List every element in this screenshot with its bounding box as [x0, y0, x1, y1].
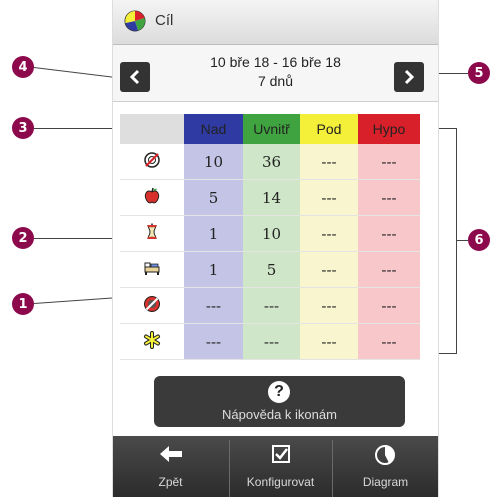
cell-above: --- — [184, 323, 243, 360]
column-header-below: Pod — [300, 114, 358, 144]
target-results-table: Nad Uvnitř Pod Hypo 10 36 --- --- 5 14 -… — [120, 114, 420, 360]
after-meal-apple-core-icon — [147, 223, 157, 239]
icon-help-button[interactable]: ? Nápověda k ikonám — [154, 376, 405, 427]
chevron-right-icon — [404, 69, 415, 85]
pie-chart-icon — [124, 10, 146, 32]
date-range-dates: 10 bře 18 - 16 bře 18 — [210, 54, 341, 70]
table-header-row: Nad Uvnitř Pod Hypo — [120, 114, 420, 144]
pie-chart-icon — [375, 445, 395, 465]
configure-label: Konfigurovat — [246, 475, 315, 489]
cell-hypo: --- — [358, 287, 420, 324]
cell-within: 14 — [243, 179, 300, 216]
column-header-above: Nad — [184, 114, 243, 144]
title-bar: Cíl — [113, 0, 438, 45]
cell-above: --- — [184, 287, 243, 324]
table-row: 1 10 --- --- — [120, 215, 420, 252]
checkbox-icon — [272, 445, 290, 463]
cell-hypo: --- — [358, 179, 420, 216]
cell-below: --- — [300, 179, 358, 216]
cell-below: --- — [300, 323, 358, 360]
question-mark-icon: ? — [268, 381, 290, 403]
table-row: --- --- --- --- — [120, 323, 420, 360]
other-asterisk-icon — [144, 330, 160, 349]
cell-above: 10 — [184, 144, 243, 180]
cell-above: 5 — [184, 179, 243, 216]
cell-above: 1 — [184, 215, 243, 252]
row-icon-cell — [120, 144, 184, 180]
callout-1: 1 — [12, 293, 34, 315]
cell-below: --- — [300, 215, 358, 252]
page-title: Cíl — [155, 12, 174, 29]
next-period-button[interactable] — [394, 62, 424, 92]
cell-within: 5 — [243, 251, 300, 288]
table-row: 1 5 --- --- — [120, 251, 420, 288]
arrow-left-icon — [160, 446, 182, 462]
column-header-within: Uvnitř — [243, 114, 300, 144]
fasting-icon — [144, 295, 160, 312]
callout-6: 6 — [468, 229, 490, 251]
cell-below: --- — [300, 251, 358, 288]
row-icon-cell — [120, 215, 184, 252]
cell-below: --- — [300, 144, 358, 180]
cell-hypo: --- — [358, 215, 420, 252]
before-meal-apple-icon — [144, 187, 160, 203]
date-range-bar: 10 bře 18 - 16 bře 18 7 dnů — [113, 45, 438, 102]
device-screen: Cíl 10 bře 18 - 16 bře 18 7 dnů Nad Uvni… — [112, 0, 439, 497]
cell-hypo: --- — [358, 251, 420, 288]
row-icon-cell — [120, 251, 184, 288]
cell-below: --- — [300, 287, 358, 324]
cell-within: 36 — [243, 144, 300, 180]
bottom-toolbar: Zpět Konfigurovat Diagram — [113, 436, 438, 497]
diagram-button[interactable]: Diagram — [333, 436, 438, 497]
row-icon-cell — [120, 323, 184, 360]
table-row: 10 36 --- --- — [120, 144, 420, 180]
cell-within: --- — [243, 323, 300, 360]
icon-help-label: Nápověda k ikonám — [222, 407, 337, 422]
back-label: Zpět — [158, 475, 183, 489]
cell-within: 10 — [243, 215, 300, 252]
back-button[interactable]: Zpět — [113, 436, 228, 497]
cell-hypo: --- — [358, 323, 420, 360]
callout-2: 2 — [12, 227, 34, 249]
date-range-span: 7 dnů — [257, 73, 294, 89]
cell-within: --- — [243, 287, 300, 324]
previous-period-button[interactable] — [120, 62, 150, 92]
diagram-label: Diagram — [362, 475, 409, 489]
table-row: 5 14 --- --- — [120, 179, 420, 216]
callout-6-bracket — [456, 128, 457, 354]
callout-5: 5 — [468, 62, 490, 84]
column-header-hypo: Hypo — [358, 114, 420, 144]
callout-4: 4 — [12, 56, 34, 78]
row-icon-cell — [120, 287, 184, 324]
callout-3: 3 — [12, 117, 34, 139]
header-blank-cell — [120, 114, 184, 144]
callout-6-line — [456, 240, 468, 241]
table-row: --- --- --- --- — [120, 287, 420, 324]
configure-button[interactable]: Konfigurovat — [230, 436, 331, 497]
row-icon-cell — [120, 179, 184, 216]
no-meal-mark-icon — [144, 151, 160, 168]
cell-hypo: --- — [358, 144, 420, 180]
bedtime-icon — [144, 262, 160, 275]
cell-above: 1 — [184, 251, 243, 288]
date-range-text: 10 bře 18 - 16 bře 18 7 dnů — [153, 53, 398, 91]
chevron-left-icon — [129, 69, 140, 85]
